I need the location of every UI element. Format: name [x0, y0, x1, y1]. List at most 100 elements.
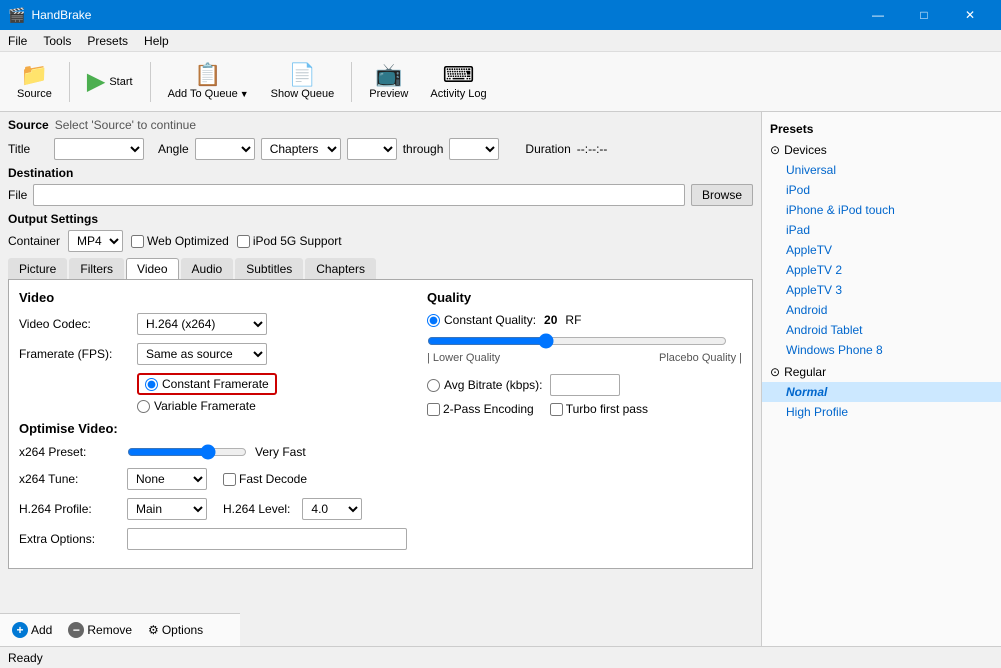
file-input[interactable]: [33, 184, 685, 206]
menu-file[interactable]: File: [0, 30, 35, 52]
tab-video[interactable]: Video: [126, 258, 178, 279]
minimize-button[interactable]: —: [855, 0, 901, 30]
activity-log-button[interactable]: ⌨ Activity Log: [421, 56, 495, 108]
constant-framerate-selected: Constant Framerate: [137, 373, 277, 395]
chapter-end-select[interactable]: [449, 138, 499, 160]
ipod-support-checkbox[interactable]: [237, 235, 250, 248]
menu-tools[interactable]: Tools: [35, 30, 79, 52]
start-button[interactable]: ▶ Start: [78, 56, 142, 108]
quality-slider[interactable]: [427, 333, 727, 349]
video-right-col: Quality Constant Quality: 20 RF: [427, 290, 742, 558]
quality-slider-container: | Lower Quality Placebo Quality |: [427, 333, 742, 364]
main-layout: Source Select 'Source' to continue Title…: [0, 112, 1001, 646]
menu-help[interactable]: Help: [136, 30, 177, 52]
extra-options-input[interactable]: [127, 528, 407, 550]
sidebar-item-normal[interactable]: Normal: [762, 382, 1001, 402]
preview-button[interactable]: 📺 Preview: [360, 56, 417, 108]
show-queue-button[interactable]: 📄 Show Queue: [262, 56, 344, 108]
web-optimized-checkbox[interactable]: [131, 235, 144, 248]
source-button[interactable]: 📁 Source: [8, 56, 61, 108]
fast-decode-checkbox[interactable]: [223, 473, 236, 486]
regular-group-header[interactable]: ⊙ Regular: [762, 362, 1001, 382]
sidebar-item-ipod[interactable]: iPod: [762, 180, 1001, 200]
constant-framerate-radio[interactable]: [145, 378, 158, 391]
sidebar-item-appletv2[interactable]: AppleTV 2: [762, 260, 1001, 280]
window-controls: — □ ✕: [855, 0, 993, 30]
toolbar: 📁 Source ▶ Start 📋 Add To Queue ▼ 📄 Show…: [0, 52, 1001, 112]
framerate-row: Framerate (FPS): Same as source: [19, 343, 407, 365]
sidebar-item-appletv[interactable]: AppleTV: [762, 240, 1001, 260]
start-icon: ▶: [87, 67, 105, 96]
h264-profile-select[interactable]: Main: [127, 498, 207, 520]
tab-filters[interactable]: Filters: [69, 258, 124, 279]
variable-framerate-radio[interactable]: [137, 400, 150, 413]
presets-title: Presets: [762, 118, 1001, 140]
turbo-first-pass-label[interactable]: Turbo first pass: [550, 402, 648, 416]
constant-quality-radio-label[interactable]: Constant Quality:: [427, 313, 536, 327]
title-label: Title: [8, 142, 48, 156]
constant-framerate-label[interactable]: Constant Framerate: [145, 377, 269, 391]
tab-chapters[interactable]: Chapters: [305, 258, 376, 279]
two-pass-checkbox[interactable]: [427, 403, 440, 416]
rf-unit: RF: [565, 313, 581, 327]
container-select[interactable]: MP4: [68, 230, 123, 252]
activity-log-label: Activity Log: [430, 88, 486, 100]
chapters-select[interactable]: Chapters: [261, 138, 341, 160]
through-label: through: [403, 142, 444, 156]
framerate-select[interactable]: Same as source: [137, 343, 267, 365]
variable-framerate-label[interactable]: Variable Framerate: [137, 399, 407, 413]
web-optimized-label[interactable]: Web Optimized: [131, 234, 229, 248]
x264-preset-label: x264 Preset:: [19, 445, 119, 459]
x264-preset-slider[interactable]: [127, 444, 247, 460]
chapter-start-select[interactable]: [347, 138, 397, 160]
extra-options-row: Extra Options:: [19, 528, 407, 550]
sidebar-item-high-profile[interactable]: High Profile: [762, 402, 1001, 422]
avg-bitrate-radio[interactable]: [427, 379, 440, 392]
app-title: HandBrake: [31, 8, 91, 22]
menu-presets[interactable]: Presets: [79, 30, 136, 52]
extra-options-label: Extra Options:: [19, 532, 119, 546]
turbo-first-pass-checkbox[interactable]: [550, 403, 563, 416]
toolbar-divider-3: [351, 62, 352, 102]
add-to-queue-button[interactable]: 📋 Add To Queue ▼: [159, 56, 258, 108]
tab-subtitles[interactable]: Subtitles: [235, 258, 303, 279]
sidebar-item-ipad[interactable]: iPad: [762, 220, 1001, 240]
sidebar-item-universal[interactable]: Universal: [762, 160, 1001, 180]
add-queue-arrow[interactable]: ▼: [240, 89, 249, 99]
two-pass-label[interactable]: 2-Pass Encoding: [427, 402, 534, 416]
sidebar-item-windows-phone[interactable]: Windows Phone 8: [762, 340, 1001, 360]
avg-bitrate-input[interactable]: [550, 374, 620, 396]
close-button[interactable]: ✕: [947, 0, 993, 30]
menu-bar: File Tools Presets Help: [0, 30, 1001, 52]
h264-profile-row: H.264 Profile: Main H.264 Level: 4.0: [19, 498, 407, 520]
duration-value: --:--:--: [577, 142, 608, 156]
container-label: Container: [8, 234, 60, 248]
sidebar-item-appletv3[interactable]: AppleTV 3: [762, 280, 1001, 300]
tab-picture[interactable]: Picture: [8, 258, 67, 279]
constant-quality-row: Constant Quality: 20 RF: [427, 313, 742, 327]
title-select[interactable]: [54, 138, 144, 160]
h264-level-label: H.264 Level:: [223, 502, 290, 516]
angle-select[interactable]: [195, 138, 255, 160]
toolbar-divider-1: [69, 62, 70, 102]
x264-tune-select[interactable]: None: [127, 468, 207, 490]
fast-decode-label[interactable]: Fast Decode: [223, 472, 307, 486]
codec-select[interactable]: H.264 (x264): [137, 313, 267, 335]
add-to-queue-label: Add To Queue ▼: [168, 88, 249, 100]
title-bar-left: 🎬 HandBrake: [8, 7, 91, 24]
sidebar-item-iphone[interactable]: iPhone & iPod touch: [762, 200, 1001, 220]
x264-preset-row: x264 Preset: Very Fast: [19, 444, 407, 460]
maximize-button[interactable]: □: [901, 0, 947, 30]
devices-chevron-icon: ⊙: [770, 143, 780, 157]
tab-audio[interactable]: Audio: [181, 258, 234, 279]
constant-quality-radio[interactable]: [427, 314, 440, 327]
tabs: Picture Filters Video Audio Subtitles Ch…: [8, 258, 753, 280]
h264-level-select[interactable]: 4.0: [302, 498, 362, 520]
sidebar-item-android-tablet[interactable]: Android Tablet: [762, 320, 1001, 340]
h264-profile-label: H.264 Profile:: [19, 502, 119, 516]
sidebar-item-android[interactable]: Android: [762, 300, 1001, 320]
devices-group-header[interactable]: ⊙ Devices: [762, 140, 1001, 160]
ipod-support-label[interactable]: iPod 5G Support: [237, 234, 342, 248]
browse-button[interactable]: Browse: [691, 184, 753, 206]
avg-bitrate-radio-label[interactable]: Avg Bitrate (kbps):: [427, 378, 542, 392]
